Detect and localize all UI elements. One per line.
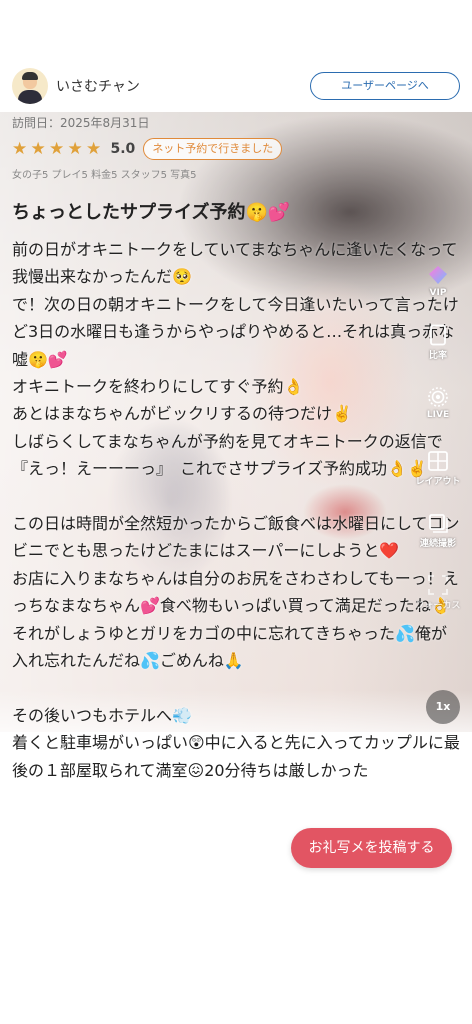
- username[interactable]: いさむチャン: [56, 76, 140, 96]
- avatar-body: [18, 90, 42, 104]
- burst-icon: [429, 514, 448, 533]
- live-icon: [428, 387, 448, 407]
- reviewer-header: いさむチャン ユーザーページへ: [12, 66, 460, 106]
- live-tool[interactable]: LIVE: [412, 386, 464, 420]
- net-reservation-badge: ネット予約で行きました: [143, 138, 283, 160]
- layout-label: レイアウト: [415, 477, 461, 487]
- live-label: LIVE: [426, 410, 450, 420]
- ratio-label: 比率: [428, 351, 447, 361]
- avatar-hair: [22, 72, 38, 80]
- vip-tool[interactable]: VIP: [412, 264, 464, 298]
- star-icon: ★: [67, 139, 83, 159]
- layout-tool[interactable]: レイアウト: [412, 450, 464, 487]
- burst-tool[interactable]: 連続撮影: [412, 512, 464, 549]
- review-title: ちょっとしたサプライズ予約🤫💕: [12, 202, 291, 223]
- avatar[interactable]: [12, 68, 48, 104]
- ratio-tool[interactable]: 比率: [412, 324, 464, 361]
- zoom-speed-button[interactable]: 1x: [426, 690, 460, 724]
- aspect-ratio-icon: [430, 324, 446, 346]
- visit-date: 訪問日：2025年8月31日: [12, 116, 150, 130]
- rating-row: ★ ★ ★ ★ ★ 5.0 ネット予約で行きました: [12, 138, 283, 160]
- star-icon: ★: [30, 139, 46, 159]
- star-rating: ★ ★ ★ ★ ★: [12, 139, 105, 159]
- post-thank-you-photo-button[interactable]: お礼写メを投稿する: [291, 828, 452, 868]
- vip-label: VIP: [429, 288, 447, 298]
- focus-label: フォーカス: [415, 601, 461, 611]
- sub-ratings: 女の子5 プレイ5 料金5 スタッフ5 写真5: [12, 170, 197, 181]
- focus-tool[interactable]: フォーカス: [412, 574, 464, 611]
- diamond-icon: [429, 266, 447, 284]
- user-page-button[interactable]: ユーザーページへ: [310, 72, 460, 100]
- burst-label: 連続撮影: [419, 539, 456, 549]
- focus-icon: [428, 575, 448, 595]
- star-icon: ★: [86, 139, 102, 159]
- star-icon: ★: [12, 139, 28, 159]
- rating-score: 5.0: [110, 141, 136, 157]
- grid-icon: [428, 451, 448, 471]
- star-icon: ★: [49, 139, 65, 159]
